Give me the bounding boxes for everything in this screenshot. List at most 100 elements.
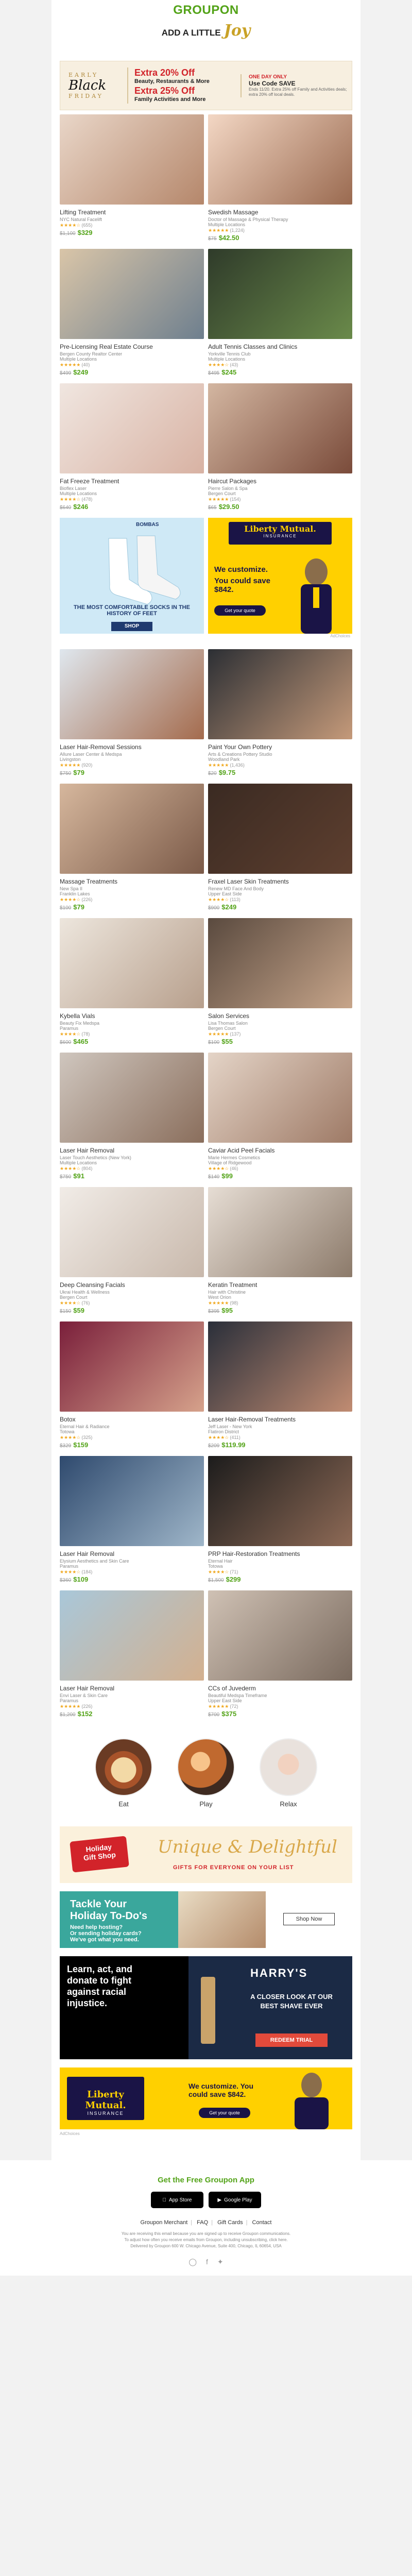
deal-card[interactable]: PRP Hair-Restoration Treatments Eternal H… (208, 1456, 352, 1583)
twitter-icon[interactable]: ✦ (217, 2258, 224, 2266)
deal-title[interactable]: Laser Hair-Removal Sessions (60, 743, 204, 751)
black-friday-promo-banner[interactable]: EARLY Black FRIDAY Extra 20% Off Beauty,… (60, 61, 352, 110)
original-price: $750 (60, 1174, 72, 1180)
deal-card[interactable]: Deep Cleansing Facials Ukrai Health & Wel… (60, 1187, 204, 1314)
app-store-button[interactable]: App Store (151, 2192, 203, 2208)
deal-card[interactable]: Paint Your Own Pottery Arts & Creations P… (208, 649, 352, 776)
deal-title[interactable]: Laser Hair Removal (60, 1550, 204, 1557)
deal-title[interactable]: CCs of Juvederm (208, 1685, 352, 1692)
adchoices-label[interactable]: AdChoices (52, 634, 360, 642)
deal-title[interactable]: Deep Cleansing Facials (60, 1281, 204, 1289)
category-play[interactable]: Play (177, 1738, 235, 1808)
deal-card[interactable]: Salon Services Lisa Thomas Salon Bergen Co… (208, 918, 352, 1045)
deal-image[interactable] (60, 1053, 204, 1143)
deal-card[interactable]: Fat Freeze Treatment Bioflex Laser Multipl… (60, 383, 204, 511)
deal-image[interactable] (208, 918, 352, 1008)
deal-card[interactable]: Haircut Packages Pierre Salon & Spa Bergen… (208, 383, 352, 511)
deal-card[interactable]: Massage Treatments New Spa II Franklin Lak… (60, 784, 204, 911)
deal-card[interactable]: Laser Hair-Removal Sessions Allure Laser … (60, 649, 204, 776)
harrys-ad[interactable]: Learn, act, and donate to fight against … (60, 1956, 352, 2059)
deal-card[interactable]: CCs of Juvederm Beautiful Medspa Timefram… (208, 1590, 352, 1718)
liberty-quote-button-2[interactable]: Get your quote (199, 2108, 250, 2118)
todo-shop-now-button[interactable]: Shop Now (283, 1913, 335, 1925)
deal-title[interactable]: Salon Services (208, 1012, 352, 1020)
harrys-redeem-button[interactable]: REDEEM TRIAL (255, 2033, 328, 2047)
deal-title[interactable]: Laser Hair Removal (60, 1685, 204, 1692)
liberty-quote-button-1[interactable]: Get your quote (214, 605, 266, 616)
deal-title[interactable]: Fat Freeze Treatment (60, 478, 204, 485)
deal-card[interactable]: Botox Eternal Hair & Radiance Totowa ★★★★☆(… (60, 1321, 204, 1449)
footer-link-contact[interactable]: Contact (252, 2219, 272, 2226)
bombas-brand: BOMBAS (136, 522, 159, 528)
category-relax[interactable]: Relax (260, 1738, 317, 1808)
original-price: $640 (60, 505, 72, 511)
deal-image[interactable] (60, 784, 204, 874)
deal-title[interactable]: Massage Treatments (60, 878, 204, 885)
legal-line-2[interactable]: To adjust how often you receive emails f… (72, 2237, 340, 2243)
google-play-button[interactable]: ▶ Google Play (209, 2192, 261, 2208)
deal-title[interactable]: PRP Hair-Restoration Treatments (208, 1550, 352, 1557)
deal-image[interactable] (60, 383, 204, 473)
category-eat[interactable]: Eat (95, 1738, 152, 1808)
deal-image[interactable] (60, 1456, 204, 1546)
deal-title[interactable]: Laser Hair Removal (60, 1147, 204, 1154)
deal-image[interactable] (60, 649, 204, 739)
groupon-logo[interactable]: GROUPON (52, 3, 360, 18)
deal-rating: ★★★★★ (920) (60, 762, 204, 768)
bombas-shop-button[interactable]: SHOP (111, 622, 152, 631)
deal-title[interactable]: Laser Hair-Removal Treatments (208, 1416, 352, 1423)
deal-card[interactable]: Keratin Treatment Hair with Christine West… (208, 1187, 352, 1314)
deal-image[interactable] (208, 649, 352, 739)
deal-image[interactable] (60, 249, 204, 339)
footer-link-gift-cards[interactable]: Gift Cards (217, 2219, 243, 2226)
deal-card[interactable]: Lifting Treatment NYC Natural Facelift ★★★… (60, 114, 204, 242)
deal-image[interactable] (60, 1187, 204, 1277)
deal-title[interactable]: Caviar Acid Peel Facials (208, 1147, 352, 1154)
deal-title[interactable]: Paint Your Own Pottery (208, 743, 352, 751)
deal-title[interactable]: Swedish Massage (208, 209, 352, 216)
deal-card[interactable]: Laser Hair Removal Laser Touch Aesthetics… (60, 1053, 204, 1180)
deal-card[interactable]: Laser Hair Removal Envi Laser & Skin Care… (60, 1590, 204, 1718)
deal-card[interactable]: Fraxel Laser Skin Treatments Renew MD Fac… (208, 784, 352, 911)
deal-card[interactable]: Kybella Vials Beauty Fix Medspa Paramus ★★★… (60, 918, 204, 1045)
deal-image[interactable] (60, 918, 204, 1008)
holiday-todo-banner[interactable]: Tackle Your Holiday To-Do's Need help ho… (60, 1891, 352, 1948)
deal-card[interactable]: Adult Tennis Classes and Clinics Yorkvill… (208, 249, 352, 376)
deal-image[interactable] (60, 1321, 204, 1412)
instagram-icon[interactable]: ◯ (188, 2258, 197, 2266)
deal-image[interactable] (208, 249, 352, 339)
deal-card[interactable]: Laser Hair Removal Elysium Aesthetics and… (60, 1456, 204, 1583)
deal-title[interactable]: Lifting Treatment (60, 209, 204, 216)
deal-image[interactable] (208, 1590, 352, 1681)
footer-link-merchant[interactable]: Groupon Merchant (141, 2219, 188, 2226)
deal-image[interactable] (208, 1187, 352, 1277)
deal-location: Livingston (60, 757, 81, 762)
deal-card[interactable]: Pre-Licensing Real Estate Course Bergen C… (60, 249, 204, 376)
liberty-mutual-ad-2[interactable]: Liberty Mutual. INSURANCE We customize. … (60, 2067, 352, 2129)
deal-image[interactable] (60, 114, 204, 205)
deal-title[interactable]: Kybella Vials (60, 1012, 204, 1020)
holiday-gift-shop-banner[interactable]: Holiday Gift Shop Unique & Delightful GI… (60, 1826, 352, 1883)
deal-card[interactable]: Laser Hair-Removal Treatments Jeff Laser … (208, 1321, 352, 1449)
deal-title[interactable]: Fraxel Laser Skin Treatments (208, 878, 352, 885)
deal-card[interactable]: Swedish Massage Doctor of Massage & Physi… (208, 114, 352, 242)
deal-image[interactable] (208, 1321, 352, 1412)
facebook-icon[interactable]: f (206, 2258, 208, 2266)
deal-image[interactable] (60, 1590, 204, 1681)
deal-title[interactable]: Pre-Licensing Real Estate Course (60, 343, 204, 350)
deal-image[interactable] (208, 383, 352, 473)
deal-title[interactable]: Adult Tennis Classes and Clinics (208, 343, 352, 350)
deal-title[interactable]: Keratin Treatment (208, 1281, 352, 1289)
deal-image[interactable] (208, 114, 352, 205)
deal-card[interactable]: Caviar Acid Peel Facials Marie Hermes Cos… (208, 1053, 352, 1180)
deal-title[interactable]: Haircut Packages (208, 478, 352, 485)
deal-image[interactable] (208, 784, 352, 874)
deal-title[interactable]: Botox (60, 1416, 204, 1423)
deal-image[interactable] (208, 1053, 352, 1143)
bombas-ad[interactable]: BOMBAS THE MOST COMFORTABLE SOCKS IN THE… (60, 518, 204, 634)
deal-image[interactable] (208, 1456, 352, 1546)
liberty-mutual-ad-1[interactable]: Liberty Mutual. INSURANCE We customize. … (208, 518, 352, 634)
footer-link-faq[interactable]: FAQ (197, 2219, 208, 2226)
gift-headline: Unique & Delightful (158, 1837, 337, 1857)
adchoices-label-2[interactable]: AdChoices (52, 2131, 360, 2140)
